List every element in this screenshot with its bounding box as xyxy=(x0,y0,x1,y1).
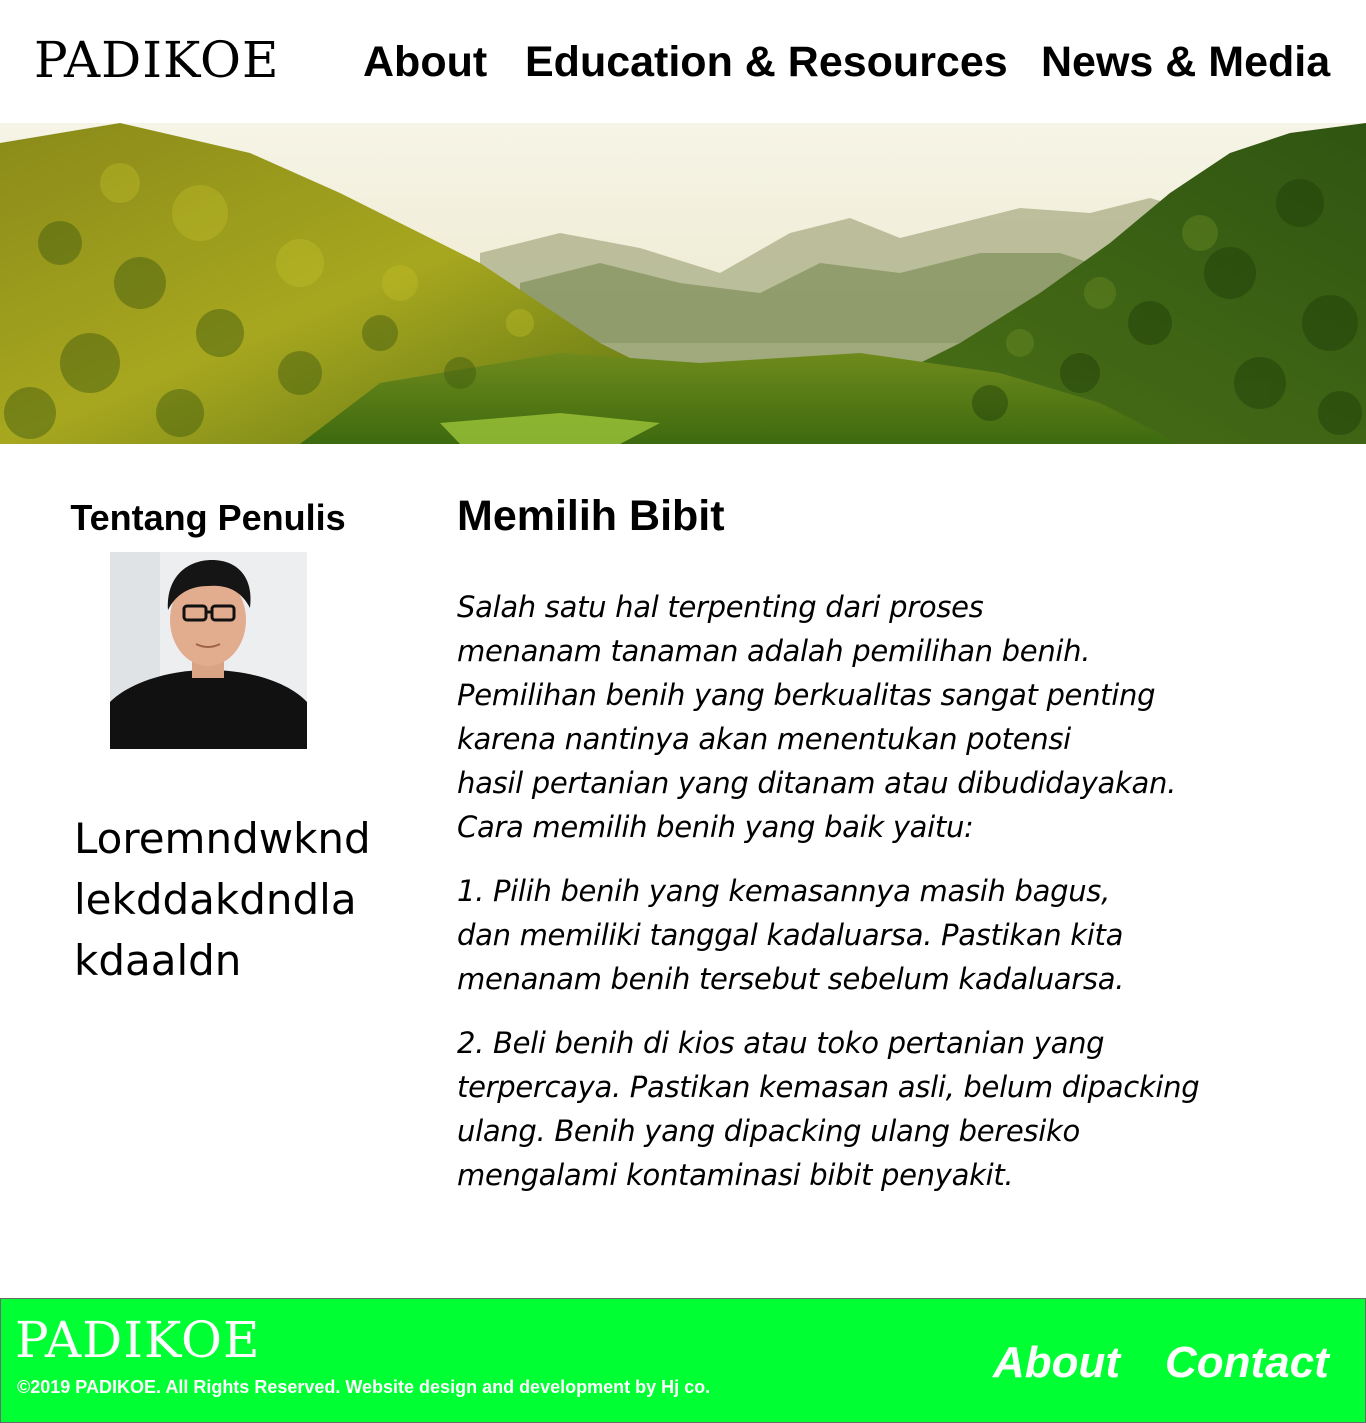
footer-nav-contact[interactable]: Contact xyxy=(1165,1335,1329,1391)
avatar-icon xyxy=(110,552,307,749)
nav-news-media[interactable]: News & Media xyxy=(1041,34,1330,90)
article-body: Salah satu hal terpenting dari proses me… xyxy=(457,585,1277,1217)
article-title: Memilih Bibit xyxy=(457,492,725,540)
article-paragraph-intro: Salah satu hal terpenting dari proses me… xyxy=(457,590,1176,844)
footer-nav-about[interactable]: About xyxy=(993,1335,1120,1391)
forest-mountain-image xyxy=(0,123,1366,444)
article-paragraph-step-2: 2. Beli benih di kios atau toko pertania… xyxy=(457,1026,1200,1192)
site-footer: PADIKOE ©2019 PADIKOE. All Rights Reserv… xyxy=(0,1298,1366,1423)
article-paragraph-step-1: 1. Pilih benih yang kemasannya masih bag… xyxy=(457,874,1125,996)
hero-forest-image xyxy=(0,123,1366,444)
author-section-title: Tentang Penulis xyxy=(70,497,346,538)
footer-logo[interactable]: PADIKOE xyxy=(15,1309,261,1371)
author-bio: Loremndwkndlekddakdndlakdaaldn xyxy=(74,814,371,985)
nav-education-resources[interactable]: Education & Resources xyxy=(525,34,1008,90)
author-photo xyxy=(110,552,307,749)
copyright-text: ©2019 PADIKOE. All Rights Reserved. Webs… xyxy=(17,1377,711,1397)
site-header: PADIKOE About Education & Resources News… xyxy=(0,0,1366,123)
nav-about[interactable]: About xyxy=(363,34,487,90)
site-logo[interactable]: PADIKOE xyxy=(34,28,280,92)
